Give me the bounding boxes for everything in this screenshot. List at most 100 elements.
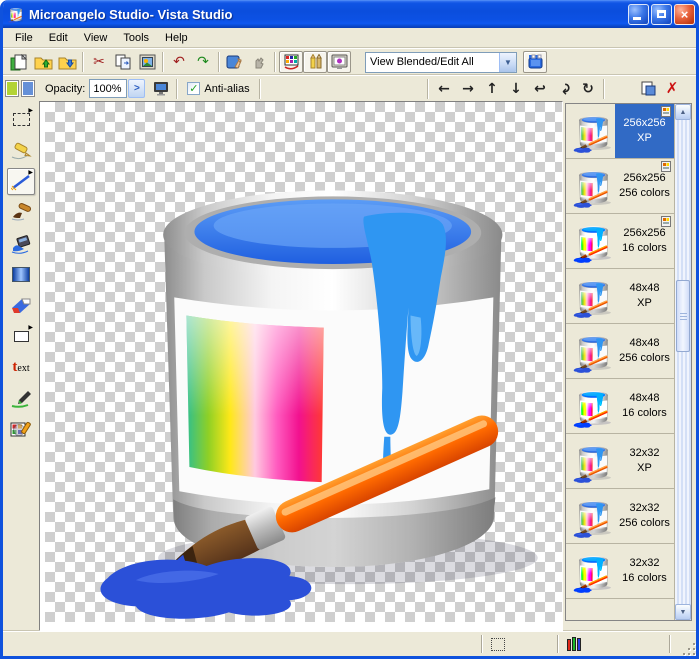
format-item-48-16c[interactable]: 48x48 16 colors (566, 379, 674, 434)
toolbar-separator (603, 79, 605, 99)
new-image-button[interactable] (7, 51, 31, 73)
delete-format-button[interactable]: ✗ (660, 78, 684, 100)
menu-tools[interactable]: Tools (115, 30, 157, 46)
format-label: 48x48 256 colors (615, 324, 674, 378)
maximize-button[interactable] (651, 4, 672, 25)
format-size: 48x48 (630, 391, 660, 406)
options-toolbar: Opacity: > ✓ Anti-alias ← → ↑ ↓ ↩ ↷ ↻ (3, 75, 696, 101)
nudge-up-button[interactable]: ↑ (480, 78, 504, 100)
tool-palette-editor[interactable] (7, 416, 35, 443)
rotate-right-button[interactable]: ↷ (552, 78, 576, 100)
arrow-right-icon: → (462, 82, 474, 96)
redo-button[interactable]: ↷ (191, 51, 215, 73)
format-depth: 16 colors (622, 241, 667, 256)
tool-shape-rectangle[interactable]: ▶ (7, 323, 35, 350)
scroll-up-icon: ▲ (680, 109, 687, 116)
toggle-tools-button[interactable] (303, 51, 327, 73)
format-list: 256x256 XP 256x256 256 colors (566, 104, 674, 620)
undo-button[interactable]: ↶ (167, 51, 191, 73)
tool-select-rectangle[interactable]: ▶ (7, 106, 35, 133)
test-icon-button[interactable] (223, 51, 247, 73)
view-mode-select[interactable]: View Blended/Edit All ▼ (365, 52, 517, 73)
app-window: Microangelo Studio- Vista Studio × File … (0, 0, 699, 659)
formats-scrollbar[interactable]: ▲ ▼ (674, 104, 691, 620)
foreground-color-swatch[interactable] (5, 80, 19, 97)
duplicate-format-button[interactable] (636, 78, 660, 100)
open-button[interactable] (55, 51, 79, 73)
format-item-256-256c[interactable]: 256x256 256 colors (566, 159, 674, 214)
nudge-down-button[interactable]: ↓ (504, 78, 528, 100)
scroll-up-button[interactable]: ▲ (675, 104, 691, 120)
format-item-48-256c[interactable]: 48x48 256 colors (566, 324, 674, 379)
formats-box: 256x256 XP 256x256 256 colors (565, 103, 692, 621)
format-depth: 256 colors (619, 351, 670, 366)
window-title: Microangelo Studio- Vista Studio (29, 7, 626, 22)
close-button[interactable]: × (674, 4, 695, 25)
tool-eraser[interactable] (7, 292, 35, 319)
antialias-checkbox-row[interactable]: ✓ Anti-alias (187, 82, 249, 95)
format-item-256-16c[interactable]: 256x256 16 colors (566, 214, 674, 269)
menu-file[interactable]: File (7, 30, 41, 46)
tool-text[interactable]: text (7, 354, 35, 381)
format-item-32-xp[interactable]: 32x32 XP (566, 434, 674, 489)
screen-preview-button[interactable] (149, 78, 173, 100)
tool-select-freehand[interactable] (7, 137, 35, 164)
rectangle-select-icon (13, 113, 30, 126)
format-size: 32x32 (630, 446, 660, 461)
format-thumbnail (569, 274, 613, 318)
format-item-32-256c[interactable]: 32x32 256 colors (566, 489, 674, 544)
tool-gradient[interactable] (7, 261, 35, 288)
toolbar-separator (82, 52, 84, 72)
import-button[interactable] (31, 51, 55, 73)
rotate-180-button[interactable]: ↻ (576, 78, 600, 100)
selection-rect-icon (491, 638, 505, 651)
menu-help[interactable]: Help (157, 30, 196, 46)
paste-button[interactable] (135, 51, 159, 73)
pan-button-disabled[interactable] (247, 51, 271, 73)
tool-line[interactable]: ▶ (7, 168, 35, 195)
flyout-arrow-icon: ▶ (28, 325, 33, 331)
tool-fill[interactable] (7, 230, 35, 257)
scroll-down-button[interactable]: ▼ (675, 604, 691, 620)
toolbar-separator (427, 79, 429, 99)
opacity-spin-button[interactable]: > (128, 79, 145, 98)
status-bar (3, 631, 696, 656)
toolbar-separator (162, 52, 164, 72)
menu-view[interactable]: View (76, 30, 116, 46)
format-thumbnail (569, 494, 613, 538)
toggle-preview-button[interactable] (327, 51, 351, 73)
canvas-transparency-checker[interactable] (45, 102, 562, 622)
flip-horizontal-button[interactable]: ↩ (528, 78, 552, 100)
transparency-view-button[interactable] (523, 51, 547, 73)
format-thumbnail (569, 384, 613, 428)
scrollbar-track[interactable] (675, 120, 691, 604)
duplicate-page-icon (640, 81, 657, 97)
canvas-artwork-paint-bucket[interactable] (45, 102, 562, 622)
format-item-32-16c[interactable]: 32x32 16 colors (566, 544, 674, 599)
text-tool-icon: text (12, 359, 29, 376)
scrollbar-thumb[interactable] (676, 280, 690, 352)
arrow-left-icon: ← (438, 82, 450, 96)
toolbar-separator (274, 52, 276, 72)
cut-button[interactable]: ✂ (87, 51, 111, 73)
format-item-256-xp[interactable]: 256x256 XP (566, 104, 674, 159)
spin-right-icon: > (134, 83, 140, 94)
format-item-48-xp[interactable]: 48x48 XP (566, 269, 674, 324)
nudge-left-button[interactable]: ← (432, 78, 456, 100)
tool-eyedropper[interactable] (7, 385, 35, 412)
menu-edit[interactable]: Edit (41, 30, 76, 46)
tool-brush[interactable] (7, 199, 35, 226)
monitor-purple-icon (331, 54, 348, 70)
shape-rectangle-icon (14, 331, 29, 342)
nudge-right-button[interactable]: → (456, 78, 480, 100)
toggle-palette-view-button[interactable] (279, 51, 303, 73)
arrow-up-icon: ↑ (486, 82, 498, 96)
format-label: 32x32 16 colors (615, 544, 674, 598)
copy-button[interactable] (111, 51, 135, 73)
opacity-input[interactable] (89, 79, 127, 98)
resize-grip[interactable] (682, 642, 696, 656)
format-size: 48x48 (630, 336, 660, 351)
antialias-checkbox[interactable]: ✓ (187, 82, 200, 95)
background-color-swatch[interactable] (21, 80, 35, 97)
minimize-button[interactable] (628, 4, 649, 25)
